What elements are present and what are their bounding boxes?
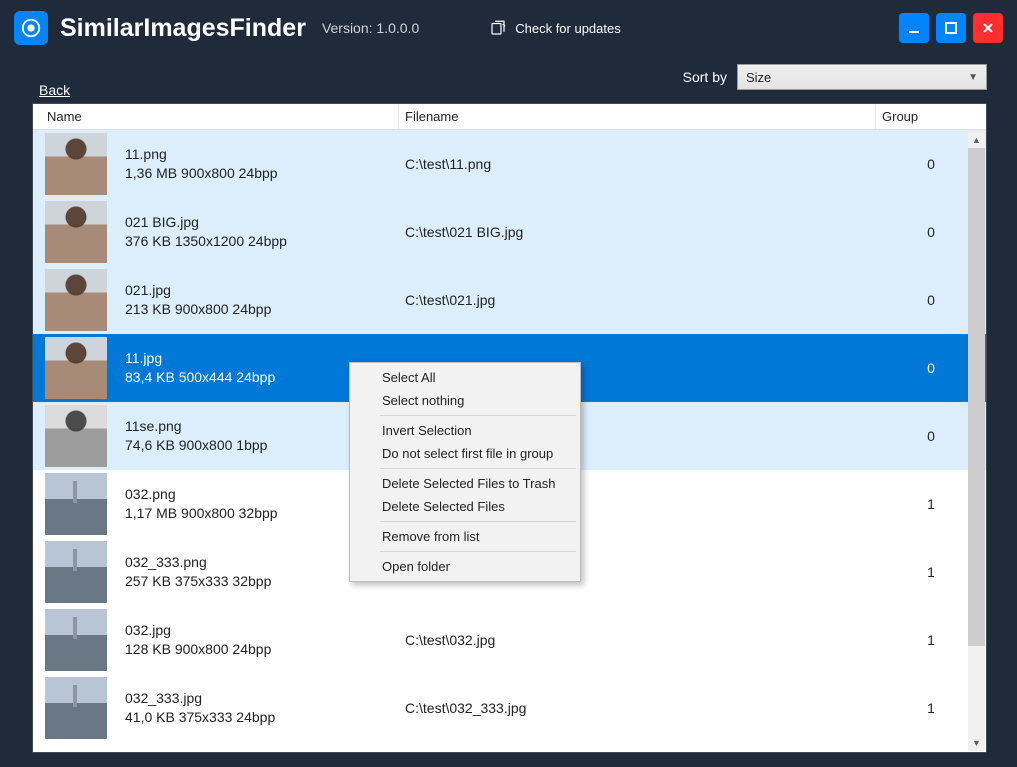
menu-delete-trash[interactable]: Delete Selected Files to Trash: [352, 472, 578, 495]
scroll-track[interactable]: [968, 148, 985, 734]
column-headers: Name Filename Group: [33, 104, 986, 130]
table-row[interactable]: 032.jpg128 KB 900x800 24bppC:\test\032.j…: [33, 606, 986, 674]
menu-select-all[interactable]: Select All: [352, 366, 578, 389]
menu-separator: [380, 468, 576, 469]
minimize-button[interactable]: [899, 13, 929, 43]
app-title: SimilarImagesFinder: [60, 14, 306, 43]
maximize-button[interactable]: [936, 13, 966, 43]
menu-skip-first[interactable]: Do not select first file in group: [352, 442, 578, 465]
check-updates-button[interactable]: Check for updates: [489, 19, 621, 37]
thumbnail: [45, 201, 107, 263]
close-button[interactable]: [973, 13, 1003, 43]
menu-invert-selection[interactable]: Invert Selection: [352, 419, 578, 442]
scroll-up-button[interactable]: ▲: [968, 131, 985, 148]
menu-separator: [380, 521, 576, 522]
menu-delete[interactable]: Delete Selected Files: [352, 495, 578, 518]
file-meta: 128 KB 900x800 24bpp: [125, 640, 399, 659]
chevron-down-icon: ▼: [968, 72, 978, 83]
menu-remove[interactable]: Remove from list: [352, 525, 578, 548]
cell-filename: C:\test\021 BIG.jpg: [399, 224, 876, 240]
cell-filename: C:\test\032.jpg: [399, 632, 876, 648]
column-header-group[interactable]: Group: [876, 104, 986, 129]
thumbnail: [45, 609, 107, 671]
cell-name: 032.jpg128 KB 900x800 24bpp: [125, 621, 399, 659]
sort-select[interactable]: Size ▼: [737, 64, 987, 90]
thumbnail: [45, 337, 107, 399]
sort-by-label: Sort by: [683, 69, 727, 85]
file-name: 11.png: [125, 145, 399, 164]
menu-separator: [380, 415, 576, 416]
thumbnail: [45, 473, 107, 535]
vertical-scrollbar[interactable]: ▲ ▼: [968, 131, 985, 751]
sort-bar: Sort by Size ▼: [0, 56, 1017, 98]
column-header-name[interactable]: Name: [33, 104, 399, 129]
cell-name: 032_333.jpg41,0 KB 375x333 24bpp: [125, 689, 399, 727]
app-icon: [14, 11, 48, 45]
cell-name: 11.png1,36 MB 900x800 24bpp: [125, 145, 399, 183]
table-row[interactable]: 021 BIG.jpg376 KB 1350x1200 24bppC:\test…: [33, 198, 986, 266]
file-meta: 1,36 MB 900x800 24bpp: [125, 164, 399, 183]
scroll-down-button[interactable]: ▼: [968, 734, 985, 751]
version-label: Version: 1.0.0.0: [322, 20, 419, 36]
file-name: 021 BIG.jpg: [125, 213, 399, 232]
thumbnail: [45, 541, 107, 603]
maximize-icon: [944, 21, 958, 35]
file-name: 021.jpg: [125, 281, 399, 300]
updates-icon: [489, 19, 507, 37]
thumbnail: [45, 405, 107, 467]
table-row[interactable]: 021.jpg213 KB 900x800 24bppC:\test\021.j…: [33, 266, 986, 334]
menu-select-nothing[interactable]: Select nothing: [352, 389, 578, 412]
column-header-filename[interactable]: Filename: [399, 104, 876, 129]
close-icon: [981, 21, 995, 35]
window-controls: [899, 13, 1003, 43]
table-row[interactable]: 11.png1,36 MB 900x800 24bppC:\test\11.pn…: [33, 130, 986, 198]
titlebar: SimilarImagesFinder Version: 1.0.0.0 Che…: [0, 0, 1017, 56]
file-meta: 41,0 KB 375x333 24bpp: [125, 708, 399, 727]
thumbnail: [45, 133, 107, 195]
cell-filename: C:\test\11.png: [399, 156, 876, 172]
minimize-icon: [907, 21, 921, 35]
check-updates-label: Check for updates: [515, 21, 621, 36]
cell-filename: C:\test\032_333.jpg: [399, 700, 876, 716]
cell-name: 021.jpg213 KB 900x800 24bpp: [125, 281, 399, 319]
file-meta: 213 KB 900x800 24bpp: [125, 300, 399, 319]
table-row[interactable]: 032_333.jpg41,0 KB 375x333 24bppC:\test\…: [33, 674, 986, 742]
thumbnail: [45, 677, 107, 739]
scroll-thumb[interactable]: [968, 148, 985, 646]
thumbnail: [45, 269, 107, 331]
menu-separator: [380, 551, 576, 552]
cell-filename: C:\test\021.jpg: [399, 292, 876, 308]
sort-selected-value: Size: [746, 70, 771, 85]
file-meta: 376 KB 1350x1200 24bpp: [125, 232, 399, 251]
back-link[interactable]: Back: [39, 82, 70, 98]
file-name: 032_333.jpg: [125, 689, 399, 708]
cell-name: 021 BIG.jpg376 KB 1350x1200 24bpp: [125, 213, 399, 251]
context-menu: Select All Select nothing Invert Selecti…: [349, 362, 581, 582]
file-name: 032.jpg: [125, 621, 399, 640]
menu-open-folder[interactable]: Open folder: [352, 555, 578, 578]
